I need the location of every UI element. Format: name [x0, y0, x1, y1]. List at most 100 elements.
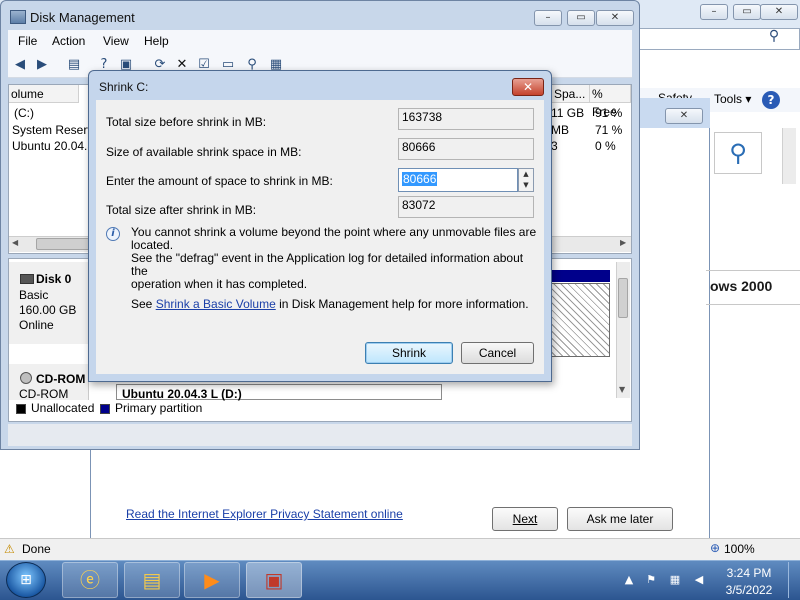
clock-date: 3/5/2022	[725, 583, 773, 597]
shrink-dialog-title: Shrink C:	[99, 80, 149, 94]
disk0-size: 160.00 GB	[19, 303, 77, 317]
legend-primary-label: Primary partition	[115, 401, 203, 415]
dm-window-title: Disk Management	[30, 10, 135, 25]
menu-file[interactable]: File	[18, 34, 37, 48]
total-after-field: 83072	[398, 196, 534, 218]
privacy-statement-link[interactable]: Read the Internet Explorer Privacy State…	[126, 507, 403, 521]
ie-search-provider-icon[interactable]: ⚲	[714, 132, 762, 174]
legend-unallocated-swatch	[16, 404, 26, 414]
dm-minimize-button[interactable]: –	[534, 10, 562, 26]
volume-row-ubuntu-space: 3	[551, 139, 558, 153]
forward-arrow-icon[interactable]: ▶	[34, 57, 50, 73]
column-header-volume[interactable]: olume	[9, 85, 79, 103]
volume-row-c-name[interactable]: (C:)	[14, 106, 34, 120]
volume-row-ubuntu-free: 0 %	[595, 139, 616, 153]
ie-divider	[706, 270, 800, 271]
disk0-status: Online	[19, 318, 54, 332]
dm-maximize-button[interactable]: ▭	[567, 10, 595, 26]
taskbar-windows-explorer[interactable]: ▤	[124, 562, 180, 598]
cancel-button[interactable]: Cancel	[461, 342, 534, 364]
legend-primary-swatch	[100, 404, 110, 414]
console-tree-icon[interactable]: ▤	[66, 57, 82, 73]
available-space-field: 80666	[398, 138, 534, 160]
shrink-amount-selected-text: 80666	[402, 172, 438, 186]
next-button[interactable]: Next	[492, 507, 558, 531]
taskbar-internet-explorer[interactable]: ⓔ	[62, 562, 118, 598]
media-player-icon: ▶	[204, 568, 220, 592]
shrink-info-text: You cannot shrink a volume beyond the po…	[131, 226, 541, 291]
volume-row-c-space: 11 GB	[551, 106, 585, 120]
graph-scroll-thumb[interactable]	[618, 278, 628, 318]
show-desktop-button[interactable]	[788, 562, 800, 598]
ie-welcome-close-button[interactable]: ✕	[665, 108, 703, 124]
internet-explorer-icon: ⓔ	[80, 568, 100, 592]
ie-scrollbar[interactable]	[782, 128, 796, 184]
menu-action[interactable]: Action	[52, 34, 85, 48]
cdrom-icon	[20, 372, 32, 384]
ie-status-text: Done	[22, 542, 51, 556]
volume-muted-icon[interactable]: ◀	[692, 573, 706, 587]
ie-help-icon[interactable]: ?	[762, 91, 780, 109]
cdrom-volume-label: Ubuntu 20.04.3 L (D:)	[122, 387, 242, 401]
ie-search-icon[interactable]: ⚲	[764, 28, 784, 48]
windows-logo-icon: ⊞	[20, 572, 32, 588]
zoom-icon[interactable]: ⊕	[710, 541, 720, 555]
cdrom-type: CD-ROM	[19, 387, 69, 401]
shrink-info-line-2: See the "defrag" event in the Applicatio…	[131, 251, 524, 278]
volume-row-ubuntu-name[interactable]: Ubuntu 20.04.3	[12, 139, 94, 153]
folder-icon: ▤	[142, 568, 162, 592]
available-space-label: Size of available shrink space in MB:	[106, 145, 302, 159]
scroll-left-icon[interactable]: ◀	[12, 238, 18, 247]
menu-help[interactable]: Help	[144, 34, 169, 48]
network-icon[interactable]: ▦	[668, 573, 682, 587]
shrink-basic-volume-link[interactable]: Shrink a Basic Volume	[156, 297, 276, 311]
spin-up-icon[interactable]: ▲	[519, 169, 533, 180]
column-header-capacity[interactable]: Spa...	[552, 85, 590, 103]
scroll-right-icon[interactable]: ▶	[620, 238, 626, 247]
total-after-label: Total size after shrink in MB:	[106, 203, 257, 217]
spin-down-icon[interactable]: ▼	[519, 180, 533, 191]
ie-close-button[interactable]: ✕	[760, 4, 798, 20]
taskbar-computer-management[interactable]: ▣	[246, 562, 302, 598]
scroll-down-icon[interactable]: ▼	[619, 385, 625, 394]
menu-view[interactable]: View	[103, 34, 129, 48]
shrink-amount-spinner[interactable]: ▲ ▼	[518, 168, 534, 192]
ie-statusbar	[0, 538, 800, 560]
ie-tools-menu[interactable]: Tools ▾	[714, 92, 751, 106]
disk0-name: Disk 0	[36, 272, 72, 286]
horizontal-scroll-thumb[interactable]	[36, 238, 90, 250]
dm-menubar	[8, 30, 632, 52]
total-before-field: 163738	[398, 108, 534, 130]
ie-minimize-button[interactable]: –	[700, 4, 728, 20]
partition-header-bar	[548, 270, 610, 282]
ask-me-later-button[interactable]: Ask me later	[567, 507, 673, 531]
back-arrow-icon[interactable]: ◀	[12, 57, 28, 73]
system-clock[interactable]: 3:24 PM 3/5/2022	[714, 565, 784, 599]
action-center-flag-icon[interactable]: ⚑	[644, 573, 658, 587]
partition-selected-hatch[interactable]	[548, 283, 610, 357]
volume-row-reserved-free: 71 %	[595, 123, 623, 137]
legend-unallocated-label: Unallocated	[31, 401, 95, 415]
shrink-info-line-1: You cannot shrink a volume beyond the po…	[131, 225, 537, 252]
volume-row-reserved-name[interactable]: System Reserv	[12, 123, 93, 137]
help-reference-line: See Shrink a Basic Volume in Disk Manage…	[131, 297, 529, 311]
dm-close-button[interactable]: ✕	[596, 10, 634, 26]
shrink-info-line-3: operation when it has completed.	[131, 277, 308, 291]
toolbox-icon: ▣	[264, 568, 284, 592]
ie-maximize-button[interactable]: ▭	[733, 4, 761, 20]
info-icon: i	[106, 227, 120, 241]
shrink-button[interactable]: Shrink	[365, 342, 453, 364]
total-before-label: Total size before shrink in MB:	[106, 115, 267, 129]
taskbar-media-player[interactable]: ▶	[184, 562, 240, 598]
column-header-percent-free[interactable]: % Free	[590, 85, 631, 119]
show-hidden-icons[interactable]: ▲	[622, 573, 636, 587]
dm-statusbar	[8, 424, 632, 446]
next-button-label: Next	[512, 512, 538, 526]
cdrom-name: CD-ROM	[36, 372, 86, 386]
ie-divider-2	[706, 304, 800, 305]
ask-later-label: Ask me later	[586, 512, 654, 526]
shrink-dialog-close-button[interactable]: ✕	[512, 78, 544, 96]
shrink-amount-input[interactable]: 80666	[398, 168, 518, 192]
ie-zoom-level[interactable]: 100%	[724, 542, 755, 556]
volume-row-reserved-space: MB	[551, 123, 569, 137]
